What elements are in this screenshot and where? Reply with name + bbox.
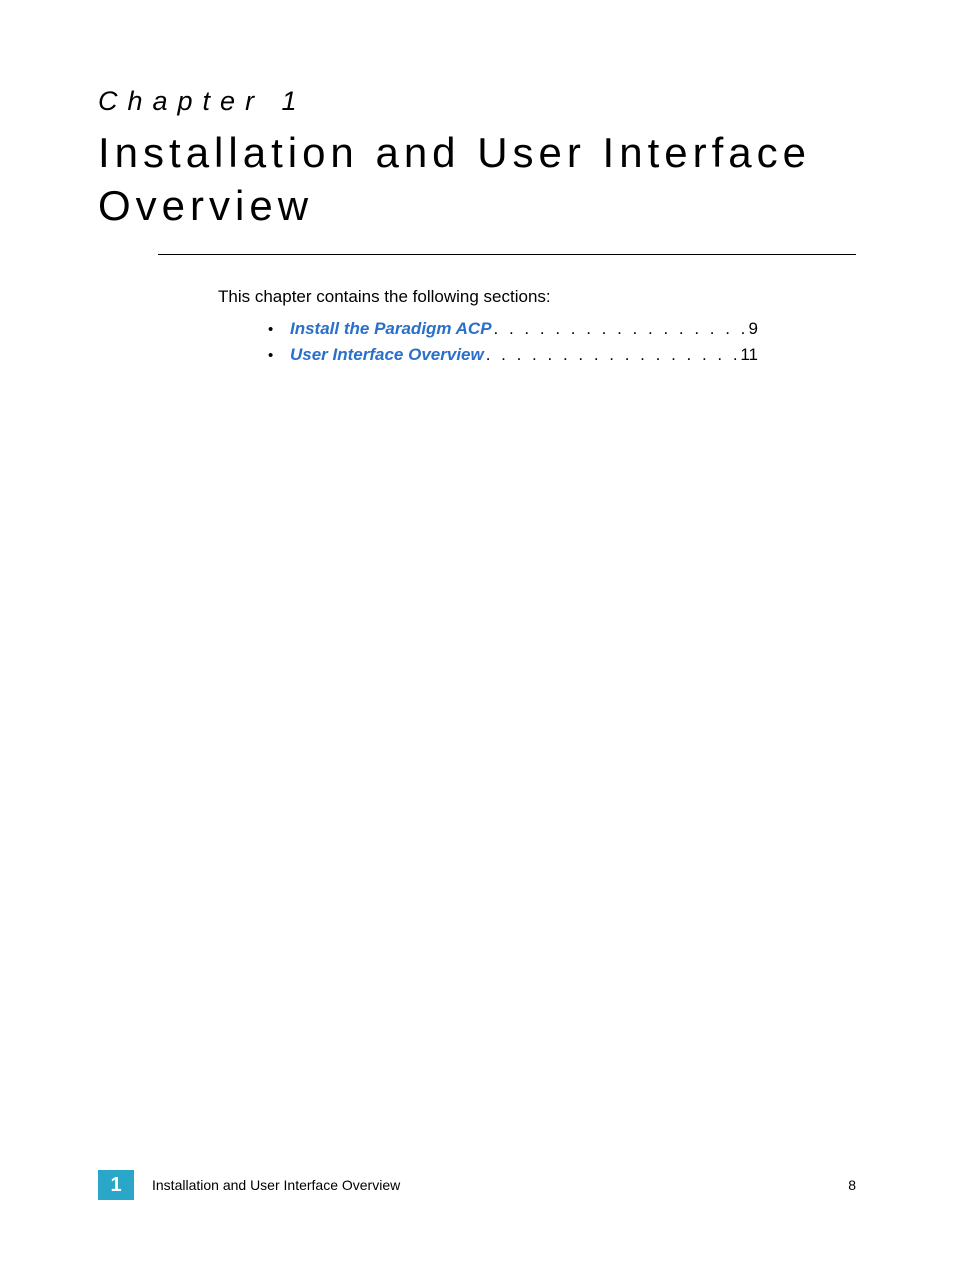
chapter-title: Installation and User Interface Overview <box>98 127 856 232</box>
bullet-icon: • <box>268 347 290 364</box>
chapter-intro: This chapter contains the following sect… <box>218 287 856 307</box>
footer-page-number: 8 <box>848 1177 856 1193</box>
chapter-divider <box>158 254 856 255</box>
chapter-number-badge: 1 <box>98 1170 134 1200</box>
page-footer: 1 Installation and User Interface Overvi… <box>98 1170 856 1200</box>
toc-dots <box>492 319 749 339</box>
toc-item: • Install the Paradigm ACP 9 <box>268 319 758 339</box>
toc-page: 11 <box>740 345 758 365</box>
toc-page: 9 <box>749 319 758 339</box>
footer-chapter-title: Installation and User Interface Overview <box>152 1177 848 1193</box>
toc-list: • Install the Paradigm ACP 9 • User Inte… <box>268 319 758 365</box>
toc-dots <box>484 345 741 365</box>
toc-item: • User Interface Overview 11 <box>268 345 758 365</box>
chapter-label: Chapter 1 <box>98 86 856 117</box>
toc-link-ui-overview[interactable]: User Interface Overview <box>290 345 484 365</box>
toc-link-install[interactable]: Install the Paradigm ACP <box>290 319 492 339</box>
bullet-icon: • <box>268 321 290 338</box>
